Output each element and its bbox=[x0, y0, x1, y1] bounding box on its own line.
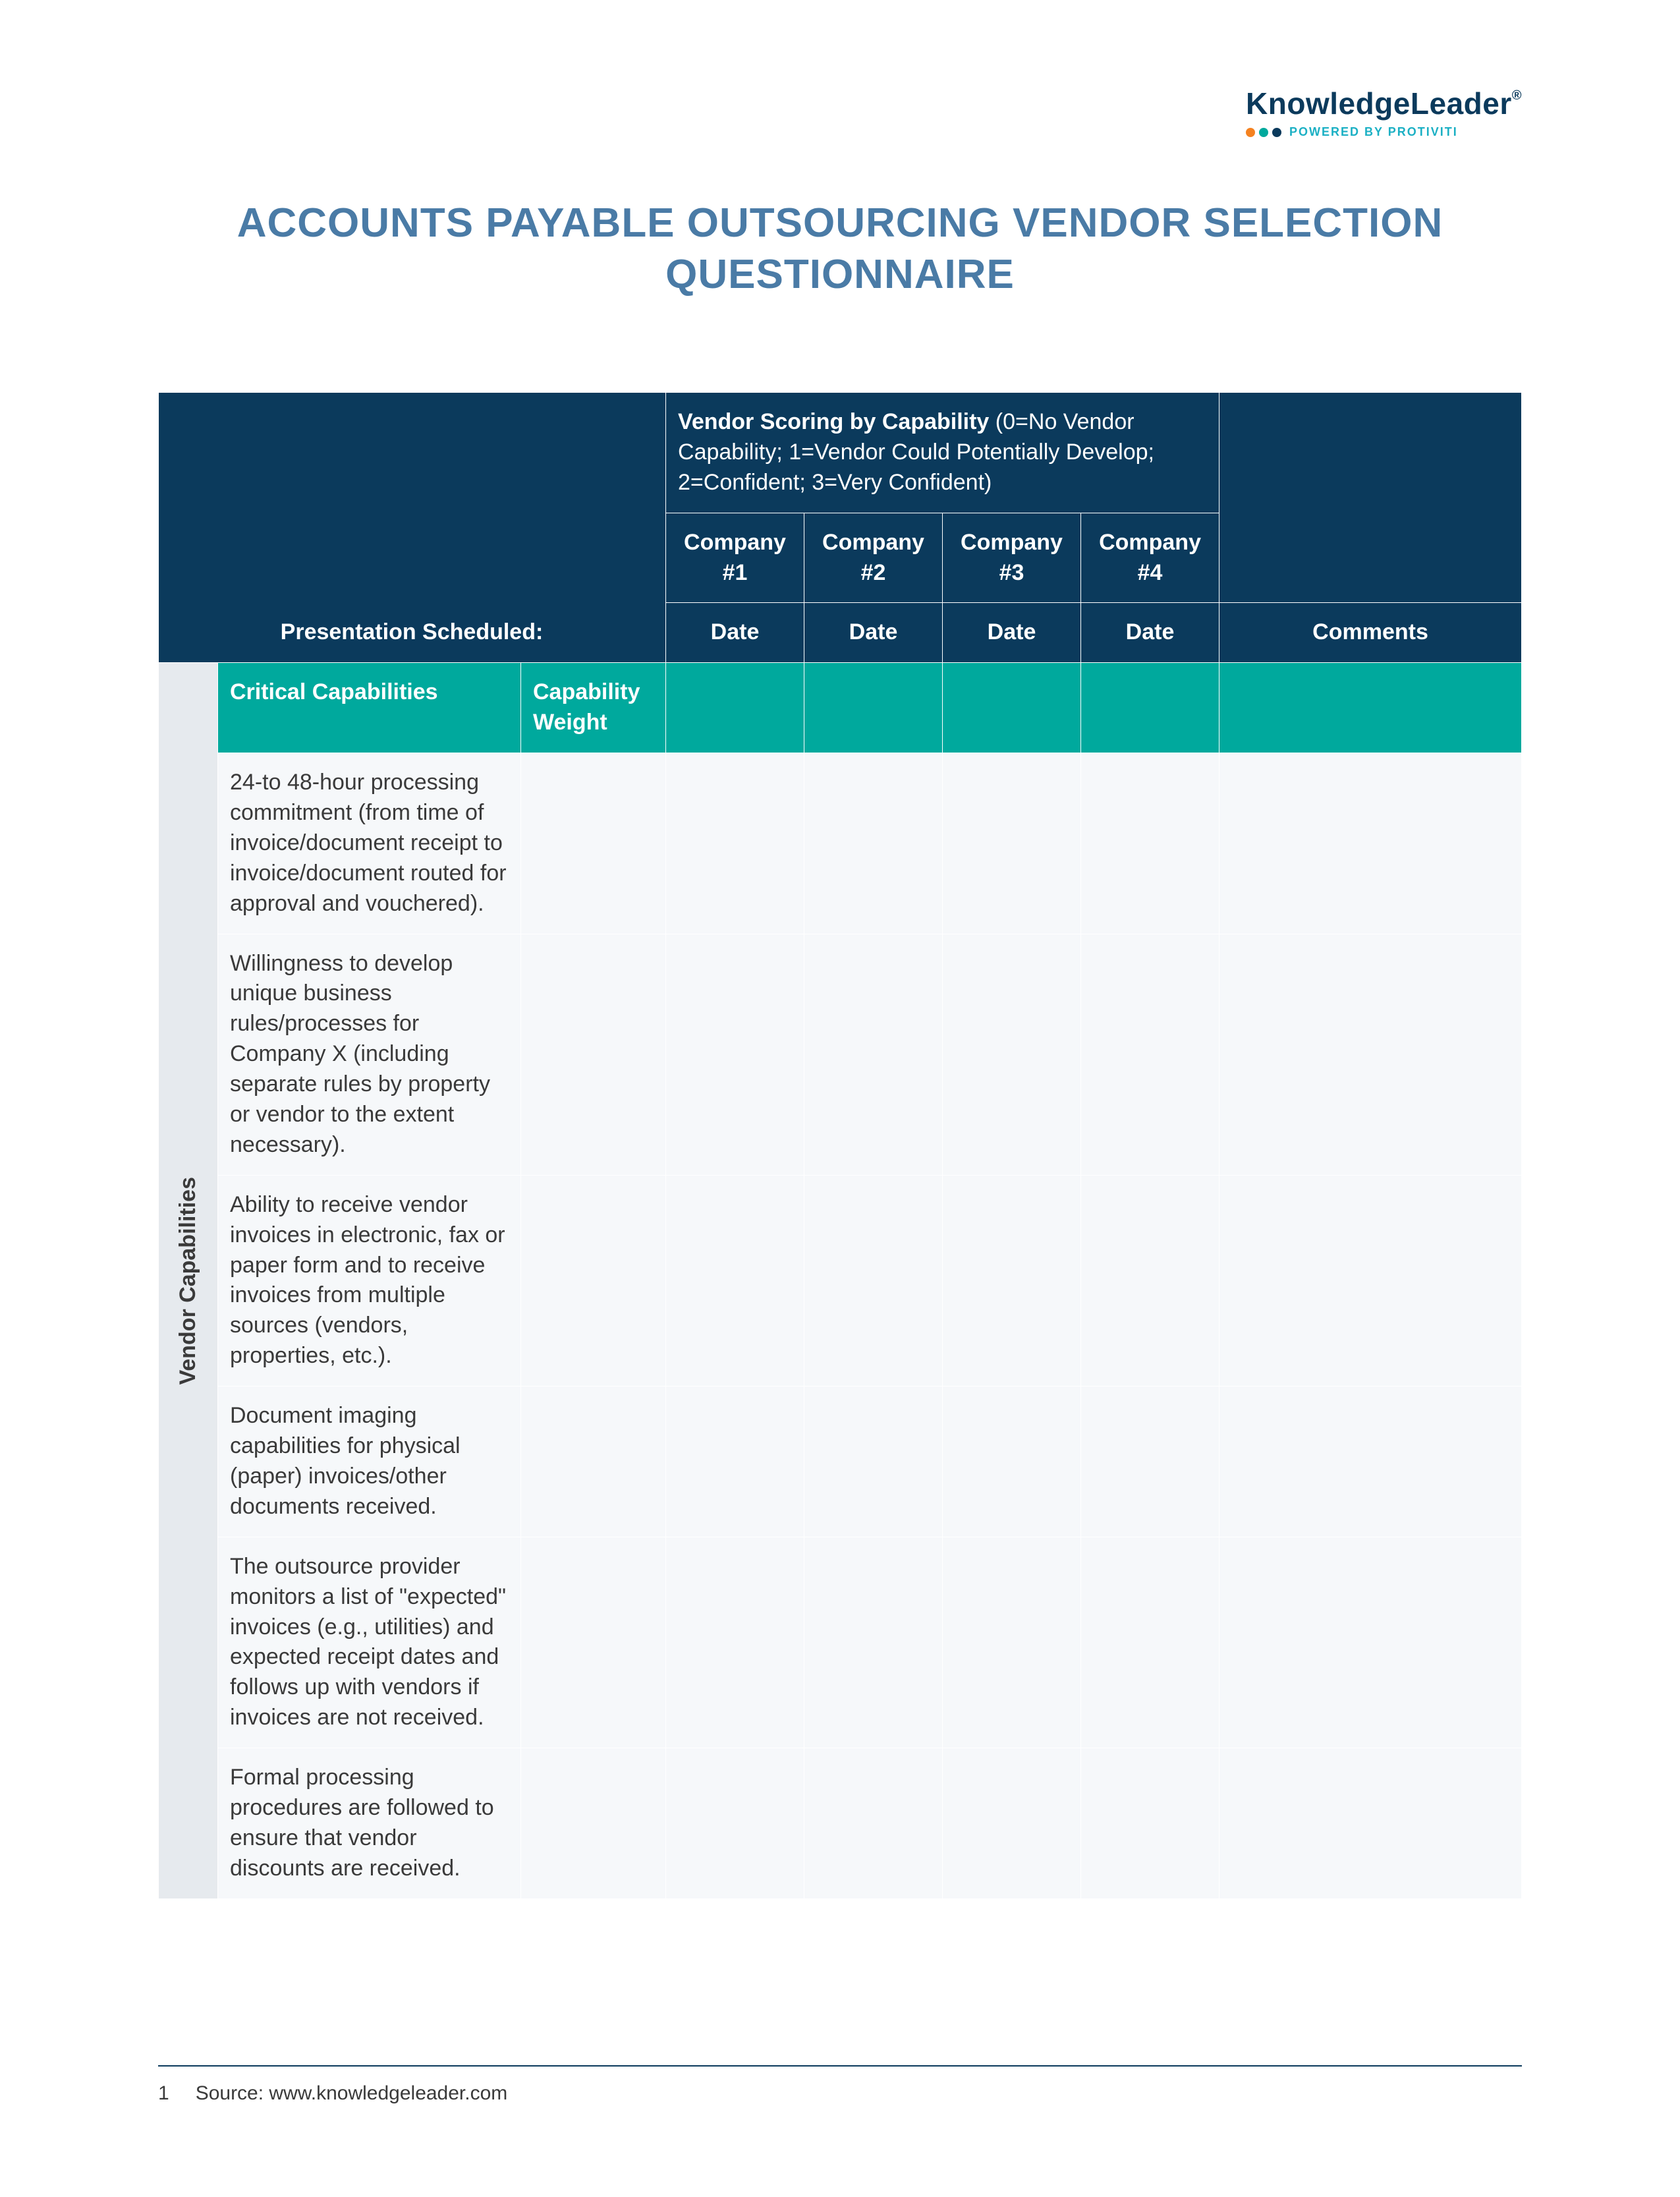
table-row: Document imaging capabilities for physic… bbox=[159, 1386, 1522, 1537]
presentation-scheduled-label: Presentation Scheduled: bbox=[158, 619, 665, 645]
score-cell bbox=[666, 1386, 804, 1537]
company-4-date: Date bbox=[1081, 603, 1219, 663]
score-cell bbox=[943, 1537, 1081, 1748]
company-3-header: Company #3 bbox=[943, 513, 1081, 603]
score-cell bbox=[943, 934, 1081, 1175]
dot-icon bbox=[1246, 128, 1255, 137]
page-title: ACCOUNTS PAYABLE OUTSOURCING VENDOR SELE… bbox=[158, 198, 1522, 300]
scoring-label: Vendor Scoring by Capability bbox=[678, 409, 989, 434]
brand-reg: ® bbox=[1512, 88, 1522, 103]
teal-blank bbox=[666, 663, 804, 753]
score-cell bbox=[804, 1175, 943, 1386]
company-1-header: Company #1 bbox=[666, 513, 804, 603]
table-row: Ability to receive vendor invoices in el… bbox=[159, 1175, 1522, 1386]
capability-text: Formal processing procedures are followe… bbox=[218, 1748, 521, 1899]
score-cell bbox=[1081, 1748, 1219, 1899]
score-cell bbox=[943, 753, 1081, 934]
capability-text: Willingness to develop unique business r… bbox=[218, 934, 521, 1175]
weight-cell bbox=[521, 1537, 666, 1748]
capability-text: 24-to 48-hour processing commitment (fro… bbox=[218, 753, 521, 934]
score-cell bbox=[666, 1748, 804, 1899]
teal-blank bbox=[943, 663, 1081, 753]
company-3-date: Date bbox=[943, 603, 1081, 663]
comment-cell bbox=[1219, 1386, 1522, 1537]
score-cell bbox=[1081, 1386, 1219, 1537]
score-cell bbox=[804, 753, 943, 934]
dot-icon bbox=[1259, 128, 1268, 137]
score-cell bbox=[1081, 1175, 1219, 1386]
table-row: Formal processing procedures are followe… bbox=[159, 1748, 1522, 1899]
score-cell bbox=[1081, 934, 1219, 1175]
score-cell bbox=[804, 1748, 943, 1899]
score-cell bbox=[943, 1386, 1081, 1537]
dot-icon bbox=[1272, 128, 1281, 137]
score-cell bbox=[666, 934, 804, 1175]
questionnaire-table: Vendor Scoring by Capability (0=No Vendo… bbox=[158, 392, 1522, 1899]
brand-name-text: KnowledgeLeader bbox=[1246, 86, 1512, 121]
header-blank-right bbox=[1219, 393, 1522, 603]
teal-blank bbox=[1219, 663, 1522, 753]
capability-text: Ability to receive vendor invoices in el… bbox=[218, 1175, 521, 1386]
footer-source: Source: www.knowledgeleader.com bbox=[196, 2082, 508, 2105]
sidebar-vendor-capabilities: Vendor Capabilities bbox=[159, 663, 218, 1898]
comment-cell bbox=[1219, 934, 1522, 1175]
score-cell bbox=[666, 1175, 804, 1386]
brand-name: KnowledgeLeader® bbox=[1246, 86, 1522, 121]
score-cell bbox=[804, 1386, 943, 1537]
comment-cell bbox=[1219, 753, 1522, 934]
col-capabilities-header: Critical Capabilities bbox=[218, 663, 521, 753]
weight-cell bbox=[521, 934, 666, 1175]
score-cell bbox=[1081, 753, 1219, 934]
comment-cell bbox=[1219, 1537, 1522, 1748]
table-row: The outsource provider monitors a list o… bbox=[159, 1537, 1522, 1748]
page-footer: 1 Source: www.knowledgeleader.com bbox=[158, 2065, 1522, 2105]
weight-cell bbox=[521, 753, 666, 934]
company-2-date: Date bbox=[804, 603, 943, 663]
weight-cell bbox=[521, 1175, 666, 1386]
scoring-header: Vendor Scoring by Capability (0=No Vendo… bbox=[666, 393, 1219, 513]
table-row: Willingness to develop unique business r… bbox=[159, 934, 1522, 1175]
weight-cell bbox=[521, 1386, 666, 1537]
score-cell bbox=[804, 1537, 943, 1748]
score-cell bbox=[943, 1175, 1081, 1386]
comments-header: Comments bbox=[1219, 603, 1522, 663]
capability-text: The outsource provider monitors a list o… bbox=[218, 1537, 521, 1748]
col-weight-header: Capability Weight bbox=[521, 663, 666, 753]
brand-dots bbox=[1246, 128, 1281, 137]
score-cell bbox=[666, 1537, 804, 1748]
score-cell bbox=[804, 934, 943, 1175]
section-header-row: Vendor Capabilities Critical Capabilitie… bbox=[159, 663, 1522, 753]
header-row-scoring: Vendor Scoring by Capability (0=No Vendo… bbox=[159, 393, 1522, 513]
page-number: 1 bbox=[158, 2082, 169, 2105]
teal-blank bbox=[1081, 663, 1219, 753]
brand-subline: POWERED BY PROTIVITI bbox=[1246, 125, 1522, 139]
brand-block: KnowledgeLeader® POWERED BY PROTIVITI bbox=[1246, 86, 1522, 139]
company-1-date: Date bbox=[666, 603, 804, 663]
capability-text: Document imaging capabilities for physic… bbox=[218, 1386, 521, 1537]
table-row: 24-to 48-hour processing commitment (fro… bbox=[159, 753, 1522, 934]
company-2-header: Company #2 bbox=[804, 513, 943, 603]
brand-tagline: POWERED BY PROTIVITI bbox=[1289, 125, 1458, 139]
comment-cell bbox=[1219, 1748, 1522, 1899]
score-cell bbox=[943, 1748, 1081, 1899]
sidebar-label: Vendor Capabilities bbox=[173, 1177, 204, 1385]
score-cell bbox=[666, 753, 804, 934]
comment-cell bbox=[1219, 1175, 1522, 1386]
company-4-header: Company #4 bbox=[1081, 513, 1219, 603]
weight-cell bbox=[521, 1748, 666, 1899]
teal-blank bbox=[804, 663, 943, 753]
score-cell bbox=[1081, 1537, 1219, 1748]
